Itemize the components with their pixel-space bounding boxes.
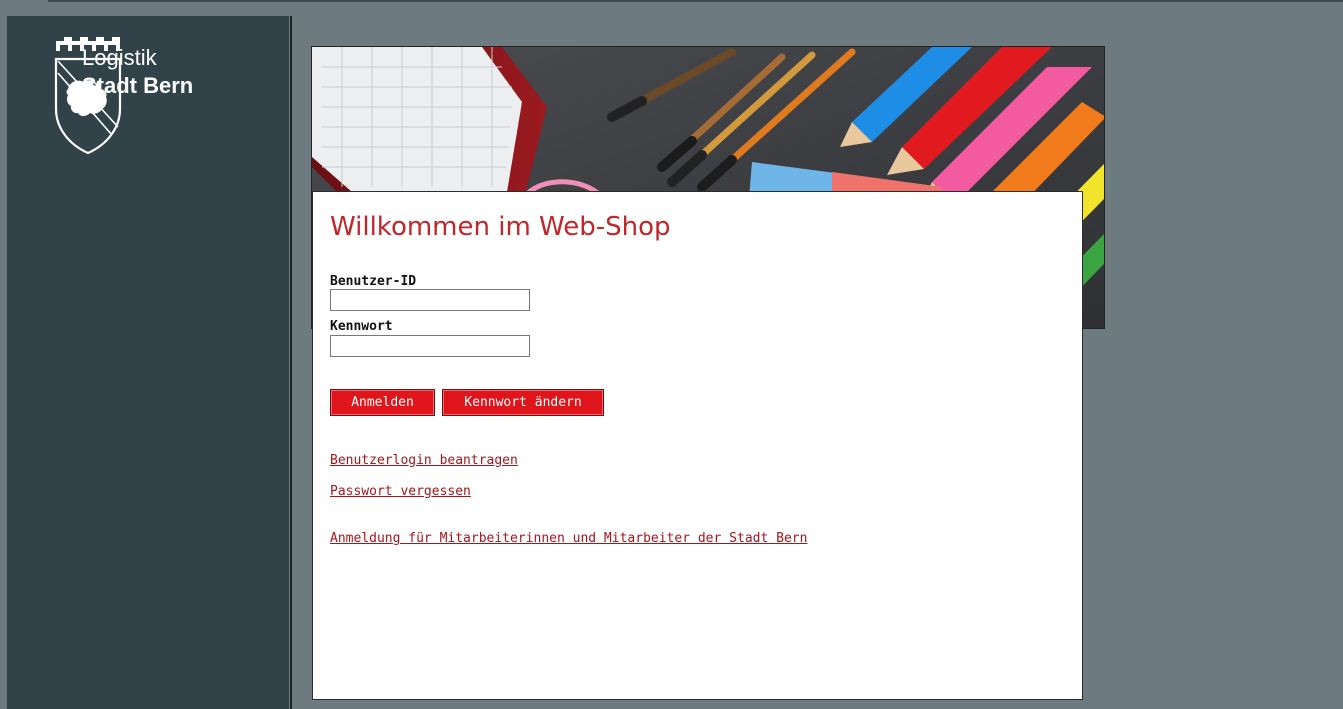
login-button[interactable]: Anmelden	[330, 389, 435, 416]
request-login-link[interactable]: Benutzerlogin beantragen	[330, 453, 518, 468]
logo-text: Logistik Stadt Bern	[82, 45, 194, 99]
page-title: Willkommen im Web-Shop	[330, 212, 671, 242]
employee-login-link[interactable]: Anmeldung für Mitarbeiterinnen und Mitar…	[330, 531, 807, 546]
login-panel: Willkommen im Web-Shop Benutzer-ID Kennw…	[312, 191, 1083, 700]
user-id-field[interactable]	[330, 289, 530, 311]
logo-title-line1: Logistik	[82, 45, 157, 70]
user-id-label: Benutzer-ID	[330, 274, 417, 289]
page: Logistik Stadt Bern Willkommen im Web-Sh…	[0, 0, 1343, 709]
logo-title-line2: Stadt Bern	[82, 73, 194, 99]
password-field[interactable]	[330, 335, 530, 357]
forgot-password-link[interactable]: Passwort vergessen	[330, 484, 471, 499]
password-label: Kennwort	[330, 319, 393, 334]
left-edge	[0, 0, 7, 709]
change-password-button[interactable]: Kennwort ändern	[442, 389, 604, 416]
